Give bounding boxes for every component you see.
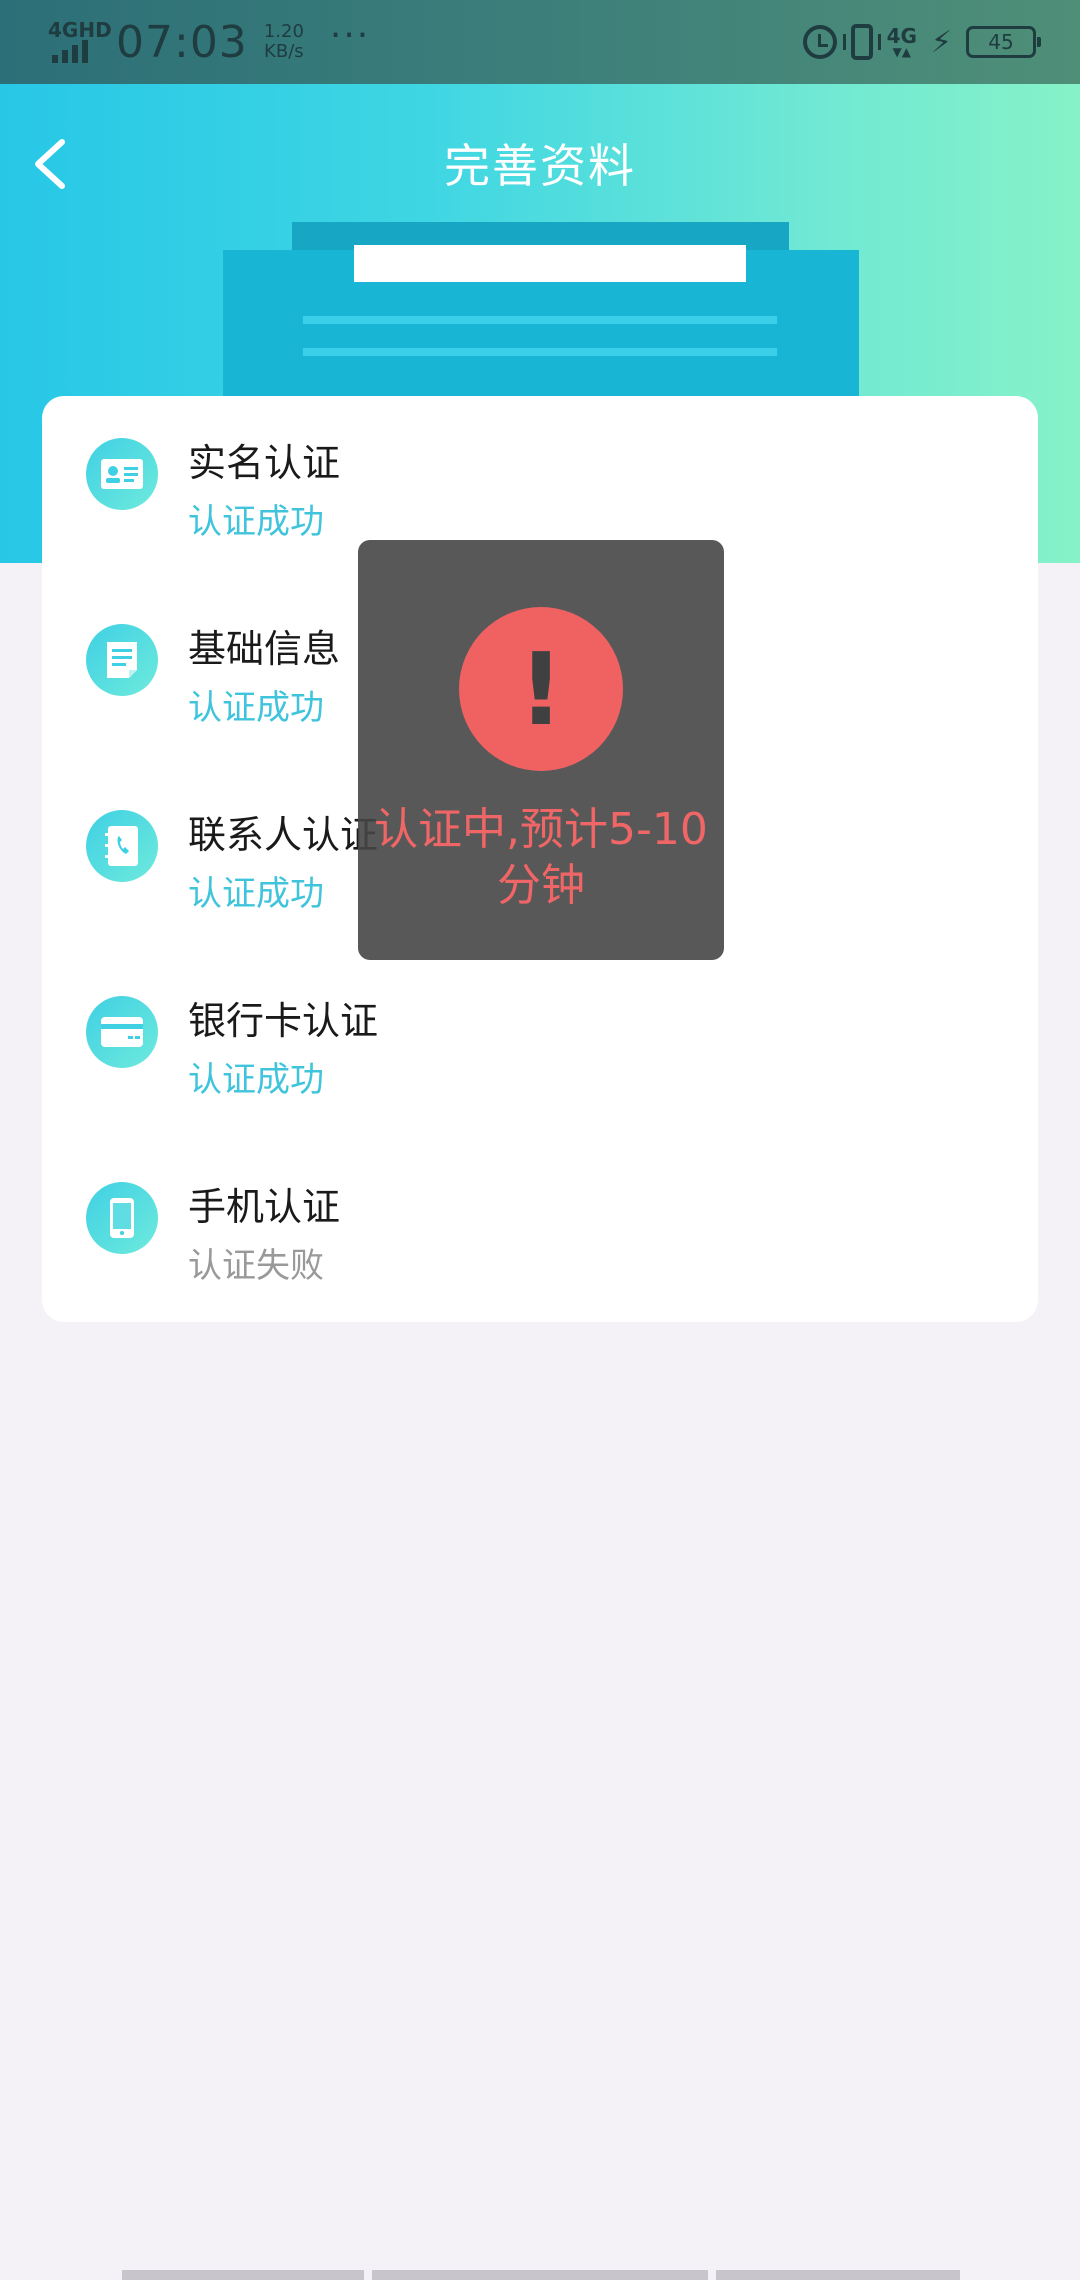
status-time: 07:03 <box>116 16 248 68</box>
toast-message: 认证中,预计5-10分钟 <box>374 804 708 911</box>
item-status: 认证成功 <box>188 1060 324 1100</box>
id-card-icon <box>86 438 158 510</box>
document-icon <box>86 624 158 696</box>
item-title: 实名认证 <box>188 441 341 485</box>
item-status: 认证成功 <box>188 502 324 542</box>
item-status: 认证成功 <box>188 688 324 728</box>
charging-icon: ⚡ <box>930 24 952 60</box>
bank-card-icon <box>86 996 158 1068</box>
phone-icon <box>86 1182 158 1254</box>
more-notifications-icon: ··· <box>329 14 371 56</box>
page-title: 完善资料 <box>444 139 636 193</box>
contact-book-icon <box>86 810 158 882</box>
item-title: 银行卡认证 <box>188 999 379 1043</box>
network-speed-value: 1.20 <box>263 21 304 42</box>
nav-gesture-bar-center <box>372 2270 708 2280</box>
battery-level: 45 <box>988 30 1014 54</box>
network-label: 4GHD <box>48 18 112 42</box>
network-speed-unit: KB/s <box>264 41 304 62</box>
signal-icon: 4GHD <box>48 19 112 65</box>
nav-bar: 完善资料 <box>0 84 1080 244</box>
item-title: 基础信息 <box>188 627 341 671</box>
item-title: 手机认证 <box>188 1185 341 1229</box>
nav-gesture-bar-right <box>716 2270 960 2280</box>
alarm-icon <box>802 25 837 59</box>
nav-gesture-bar-left <box>122 2270 364 2280</box>
data-4g-icon: 4G ▼▲ <box>886 24 917 59</box>
item-status: 认证成功 <box>188 874 324 914</box>
toast-dialog: ! 认证中,预计5-10分钟 <box>358 540 724 960</box>
list-item-phone[interactable]: 手机认证 认证失败 <box>42 1140 1038 1326</box>
alert-symbol: ! <box>518 630 564 748</box>
vibrate-icon <box>842 24 881 60</box>
network-speed: 1.20 KB/s <box>264 22 304 62</box>
status-right: 4G ▼▲ ⚡ 45 <box>802 18 1041 66</box>
status-left: 4GHD 07:03 1.20 KB/s ··· <box>48 14 370 70</box>
alert-icon: ! <box>459 607 623 771</box>
data-type-label: 4G <box>886 24 917 48</box>
status-bar: 4GHD 07:03 1.20 KB/s ··· 4G ▼▲ ⚡ 45 <box>0 0 1080 84</box>
item-status: 认证失败 <box>188 1246 324 1286</box>
item-title: 联系人认证 <box>188 813 379 857</box>
list-item-bank-card[interactable]: 银行卡认证 认证成功 <box>42 954 1038 1140</box>
battery-icon: 45 <box>966 26 1041 58</box>
page: 4GHD 07:03 1.20 KB/s ··· 4G ▼▲ ⚡ 45 完善资料… <box>0 0 1080 2280</box>
